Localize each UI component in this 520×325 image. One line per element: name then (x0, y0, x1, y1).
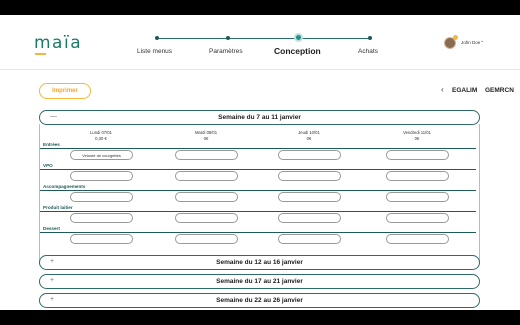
dish-field[interactable] (386, 192, 449, 202)
dish-field[interactable] (175, 150, 238, 160)
dish-field[interactable] (70, 213, 133, 223)
step-achats[interactable]: Achats (358, 48, 378, 55)
day-cost: 0€ (414, 136, 420, 141)
chevron-left-icon[interactable]: ‹ (441, 85, 444, 94)
dish-field[interactable] (386, 213, 449, 223)
category-divider (40, 190, 476, 191)
dish-field[interactable] (278, 192, 341, 202)
week-accordion-header[interactable]: — Semaine du 7 au 11 janvier (39, 110, 480, 125)
day-header-mardi: Mardi 08/01 0€ (174, 130, 238, 142)
dish-field[interactable] (278, 234, 341, 244)
category-divider (40, 232, 476, 233)
step-dot-conception[interactable] (294, 33, 303, 42)
app-logo[interactable]: maïa (34, 33, 82, 53)
dish-field[interactable] (278, 171, 341, 181)
tab-egalim[interactable]: EGALIM (452, 87, 477, 94)
week-title: Semaine du 12 au 16 janvier (216, 259, 303, 266)
step-dot-achats[interactable] (368, 36, 372, 40)
step-conception[interactable]: Conception (274, 46, 321, 56)
week-title: Semaine du 22 au 26 janvier (216, 297, 303, 304)
step-parametres[interactable]: Paramètres (209, 48, 243, 55)
tab-gemrcn[interactable]: GEMRCN (485, 87, 514, 94)
category-divider (40, 211, 476, 212)
dish-field[interactable] (70, 192, 133, 202)
stepper-track (156, 38, 370, 39)
day-header-lundi: Lundi 07/01 0,30 € (69, 130, 133, 142)
notification-badge (453, 35, 458, 40)
day-header-jeudi: Jeudi 10/01 0€ (277, 130, 341, 142)
day-header-vendredi: Vendredi 11/01 0€ (385, 130, 449, 142)
week-accordion-header[interactable]: + Semaine du 22 au 26 janvier (39, 293, 480, 308)
category-divider (40, 169, 476, 170)
dish-field[interactable] (70, 234, 133, 244)
dish-field[interactable] (278, 150, 341, 160)
day-cost: 0,30 € (95, 136, 107, 141)
print-button[interactable]: Imprimer (39, 83, 91, 99)
step-liste-menus[interactable]: Liste menus (137, 48, 172, 55)
app-screen: maïa Liste menus Paramètres Conception A… (0, 15, 520, 310)
step-dot-liste-menus[interactable] (155, 36, 159, 40)
category-dessert: Dessert (43, 226, 60, 231)
week-title: Semaine du 17 au 21 janvier (216, 278, 303, 285)
dish-field[interactable] (175, 171, 238, 181)
week-accordion-header[interactable]: + Semaine du 17 au 21 janvier (39, 274, 480, 289)
dish-field[interactable] (386, 150, 449, 160)
day-cost: 0€ (306, 136, 312, 141)
dish-field[interactable] (386, 171, 449, 181)
dish-field[interactable] (386, 234, 449, 244)
dish-field[interactable]: Velouté de courgettes (70, 150, 133, 160)
dish-field[interactable] (175, 192, 238, 202)
category-divider (40, 148, 476, 149)
week-accordion-header[interactable]: + Semaine du 12 au 16 janvier (39, 255, 480, 270)
category-accompagnements: Accompagnements (43, 184, 86, 189)
chevron-down-icon[interactable]: ⌄ (480, 38, 484, 44)
step-dot-parametres[interactable] (226, 36, 230, 40)
top-header: maïa Liste menus Paramètres Conception A… (0, 15, 520, 70)
category-vpo: VPO (43, 163, 53, 168)
category-produit-laitier: Produit laitier (43, 205, 73, 210)
logo-underline (35, 53, 46, 55)
week-title: Semaine du 7 au 11 janvier (218, 114, 301, 121)
category-entrees: Entrées (43, 142, 60, 147)
dish-field[interactable] (175, 213, 238, 223)
dish-field[interactable] (70, 171, 133, 181)
day-cost: 0€ (203, 136, 209, 141)
dish-field[interactable] (278, 213, 341, 223)
user-name[interactable]: John Doe (461, 40, 480, 45)
dish-field[interactable] (175, 234, 238, 244)
